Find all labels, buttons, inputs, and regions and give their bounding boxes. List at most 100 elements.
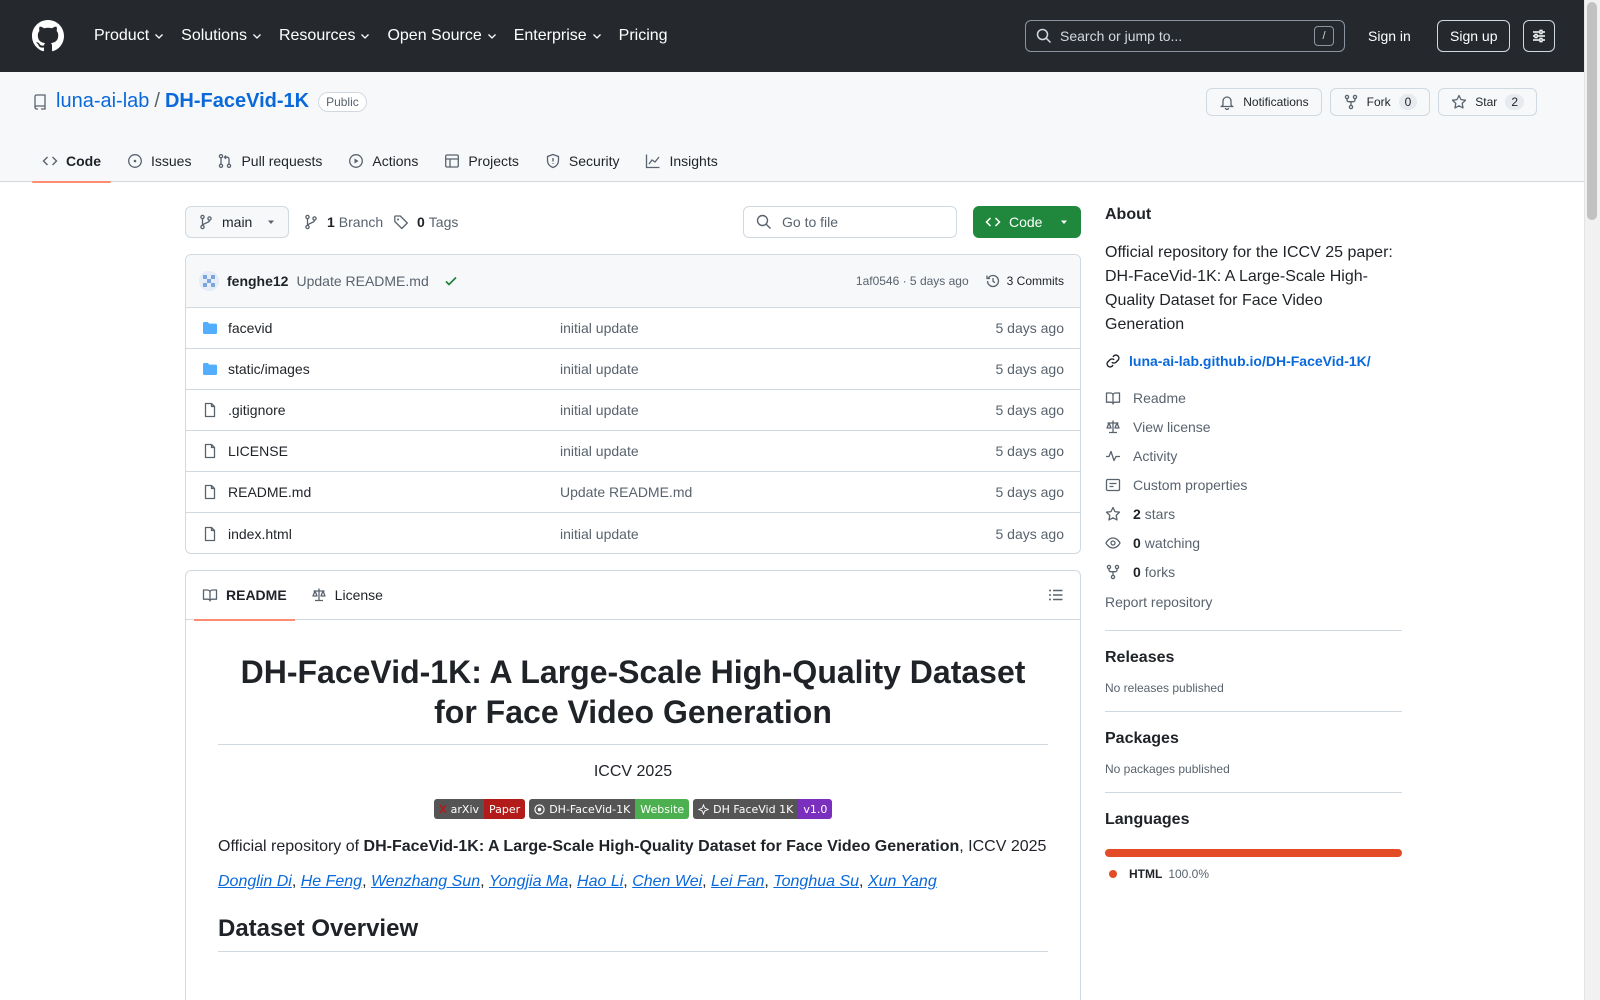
language-item[interactable]: HTML 100.0% (1105, 867, 1402, 881)
file-icon (204, 402, 216, 418)
scrollbar-thumb[interactable] (1587, 2, 1597, 220)
star-count: 2 (1505, 94, 1524, 110)
homepage-link[interactable]: luna-ai-lab.github.io/DH-FaceVid-1K/ (1105, 353, 1402, 369)
go-to-file-input[interactable]: Go to file (743, 206, 957, 238)
search-placeholder: Search or jump to... (1060, 28, 1183, 44)
commit-message[interactable]: Update README.md (296, 273, 428, 289)
shield-icon (546, 153, 560, 169)
author-link[interactable]: Donglin Di (218, 873, 292, 890)
star-button[interactable]: Star 2 (1438, 88, 1537, 116)
forks-link[interactable]: 0 forks (1105, 557, 1402, 586)
readme-intro: Official repository of DH-FaceVid-1K: A … (218, 838, 1047, 855)
tab-actions[interactable]: Actions (338, 140, 428, 182)
nav-resources[interactable]: Resources (271, 20, 379, 52)
fork-icon (1344, 94, 1357, 110)
branch-select-button[interactable]: main (185, 206, 290, 238)
github-logo-icon[interactable] (32, 20, 64, 52)
file-row[interactable]: index.html initial update 5 days ago (186, 513, 1080, 553)
report-repository-link[interactable]: Report repository (1105, 590, 1402, 614)
nav-solutions[interactable]: Solutions (173, 20, 271, 52)
search-icon (1036, 28, 1052, 44)
avatar[interactable] (199, 271, 219, 291)
sign-up-button[interactable]: Sign up (1437, 20, 1511, 52)
file-commit-message[interactable]: initial update (560, 361, 639, 377)
tab-issues[interactable]: Issues (117, 140, 201, 182)
author-link[interactable]: Yongjia Ma (489, 873, 568, 890)
list-unordered-icon[interactable] (1048, 587, 1064, 603)
tags-link[interactable]: 0 Tags (393, 206, 458, 238)
author-link[interactable]: Wenzhang Sun (371, 873, 480, 890)
code-icon (985, 217, 1001, 227)
file-row[interactable]: static/images initial update 5 days ago (186, 349, 1080, 390)
commit-author[interactable]: fenghe12 (227, 273, 288, 289)
stars-link[interactable]: 2 stars (1105, 499, 1402, 528)
file-row[interactable]: .gitignore initial update 5 days ago (186, 390, 1080, 431)
repo-name-link[interactable]: DH-FaceVid-1K (165, 90, 309, 113)
file-commit-message[interactable]: initial update (560, 320, 639, 336)
file-name[interactable]: facevid (228, 320, 272, 336)
author-link[interactable]: Hao Li (577, 873, 623, 890)
tab-code[interactable]: Code (32, 140, 111, 183)
author-link[interactable]: Tonghua Su (773, 873, 859, 890)
file-name[interactable]: static/images (228, 361, 310, 377)
section-heading: Dataset Overview (218, 915, 1048, 952)
pull-request-icon (219, 153, 232, 169)
global-search-input[interactable]: Search or jump to... / (1025, 20, 1345, 52)
tab-security[interactable]: Security (535, 140, 630, 182)
releases-heading[interactable]: Releases (1105, 649, 1402, 667)
about-description: Official repository for the ICCV 25 pape… (1105, 244, 1393, 333)
author-link[interactable]: Lei Fan (711, 873, 764, 890)
nav-pricing[interactable]: Pricing (611, 20, 676, 52)
license-link[interactable]: View license (1105, 412, 1402, 441)
author-link[interactable]: He Feng (301, 873, 362, 890)
sign-in-link[interactable]: Sign in (1354, 20, 1425, 52)
tag-icon (394, 215, 408, 230)
branches-link[interactable]: 1 Branch (303, 206, 383, 238)
chrome-icon (534, 803, 545, 815)
check-icon[interactable] (443, 273, 459, 289)
author-link[interactable]: Chen Wei (632, 873, 702, 890)
file-name[interactable]: index.html (228, 526, 292, 542)
file-row[interactable]: facevid initial update 5 days ago (186, 308, 1080, 349)
file-name[interactable]: LICENSE (228, 443, 288, 459)
star-icon (1105, 506, 1121, 521)
repo-owner-link[interactable]: luna-ai-lab (56, 90, 149, 113)
version-badge[interactable]: DH FaceVid 1K v1.0 (693, 799, 833, 819)
tab-insights[interactable]: Insights (635, 140, 727, 182)
arxiv-badge[interactable]: arXiv Paper (433, 799, 526, 819)
branch-count: 1 (327, 214, 335, 230)
nav-enterprise[interactable]: Enterprise (506, 20, 611, 52)
watchers-link[interactable]: 0 watching (1105, 528, 1402, 557)
tab-pull-requests[interactable]: Pull requests (207, 140, 332, 182)
file-commit-message[interactable]: Update README.md (560, 484, 692, 500)
nav-open-source[interactable]: Open Source (379, 20, 505, 52)
notifications-button[interactable]: Notifications (1206, 88, 1322, 116)
fork-button[interactable]: Fork 0 (1329, 88, 1431, 116)
tab-readme[interactable]: README (194, 571, 295, 621)
file-commit-message[interactable]: initial update (560, 526, 639, 542)
activity-link[interactable]: Activity (1105, 441, 1402, 470)
history-icon (986, 274, 999, 288)
nav-product[interactable]: Product (86, 20, 173, 52)
latest-commit: fenghe12 Update README.md 1af0546 · 5 da… (186, 255, 1080, 308)
file-name[interactable]: .gitignore (228, 402, 286, 418)
packages-heading[interactable]: Packages (1105, 730, 1402, 748)
about-heading: About (1105, 206, 1152, 223)
search-icon (756, 214, 771, 229)
file-name[interactable]: README.md (228, 484, 311, 500)
tab-projects[interactable]: Projects (434, 140, 529, 182)
file-commit-message[interactable]: initial update (560, 443, 639, 459)
custom-properties-link[interactable]: Custom properties (1105, 470, 1402, 499)
commit-hash[interactable]: 1af0546 · 5 days ago (856, 274, 969, 288)
commits-link[interactable]: 3 Commits (985, 273, 1064, 289)
readme-link[interactable]: Readme (1105, 383, 1402, 412)
author-link[interactable]: Xun Yang (868, 873, 937, 890)
file-commit-message[interactable]: initial update (560, 402, 639, 418)
code-dropdown-button[interactable]: Code (973, 206, 1081, 238)
fork-count: 0 (1398, 94, 1418, 110)
menu-button[interactable] (1523, 20, 1555, 52)
tab-license[interactable]: License (303, 571, 391, 620)
file-row[interactable]: README.md Update README.md 5 days ago (186, 472, 1080, 513)
website-badge[interactable]: DH-FaceVid-1K Website (529, 799, 690, 819)
file-row[interactable]: LICENSE initial update 5 days ago (186, 431, 1080, 472)
